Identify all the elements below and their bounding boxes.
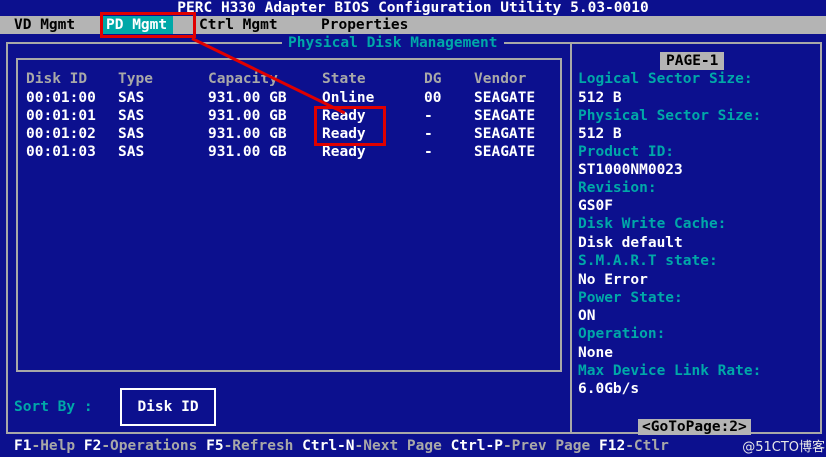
smart-state-label: S.M.A.R.T state:	[578, 253, 718, 269]
disk-id: 00:01:00	[26, 90, 96, 106]
watermark: @51CTO博客	[742, 440, 825, 455]
help-desc-ctrl-n: -Next Page	[354, 438, 451, 454]
help-key-f12[interactable]: F12	[599, 438, 625, 454]
power-state-label: Power State:	[578, 290, 683, 306]
page-indicator: PAGE-1	[660, 52, 725, 70]
sort-by-button[interactable]: Disk ID	[120, 388, 216, 426]
product-id-value: ST1000NM0023	[578, 162, 683, 178]
help-desc-f2: -Operations	[101, 438, 207, 454]
help-desc-ctrl-p: -Prev Page	[502, 438, 599, 454]
operation-value: None	[578, 345, 613, 361]
physical-sector-size-value: 512 B	[578, 126, 622, 142]
image-border	[826, 0, 831, 460]
logical-sector-size-value: 512 B	[578, 90, 622, 106]
disk-vendor: SEAGATE	[474, 144, 536, 160]
help-key-ctrl-p[interactable]: Ctrl-P	[451, 438, 503, 454]
disk-id: 00:01:02	[26, 126, 96, 142]
disk-vendor: SEAGATE	[474, 90, 536, 106]
help-key-ctrl-n[interactable]: Ctrl-N	[302, 438, 354, 454]
disk-capacity: 931.00 GB	[208, 126, 287, 142]
col-header-vendor: Vendor	[474, 71, 527, 87]
revision-label: Revision:	[578, 180, 657, 196]
col-header-state: State	[322, 71, 366, 87]
help-key-f1[interactable]: F1	[14, 438, 31, 454]
disk-dg: -	[424, 144, 433, 160]
menu-ctrl-mgmt[interactable]: Ctrl Mgmt	[193, 16, 284, 34]
help-desc-f1: -Help	[31, 438, 84, 454]
operation-label: Operation:	[578, 326, 666, 342]
product-id-label: Product ID:	[578, 144, 675, 160]
disk-type: SAS	[118, 144, 145, 160]
smart-state-value: No Error	[578, 272, 648, 288]
revision-value: GS0F	[578, 198, 613, 214]
col-header-disk-id: Disk ID	[26, 71, 88, 87]
disk-id: 00:01:01	[26, 108, 96, 124]
disk-dg: 00	[424, 90, 442, 106]
sort-by-label: Sort By :	[14, 399, 93, 415]
help-key-f5[interactable]: F5	[206, 438, 223, 454]
max-link-rate-label: Max Device Link Rate:	[578, 363, 762, 379]
help-bar: F1-Help F2-Operations F5-Refresh Ctrl-N-…	[0, 436, 826, 456]
disk-write-cache-value: Disk default	[578, 235, 683, 251]
disk-capacity: 931.00 GB	[208, 144, 287, 160]
bios-screen: PERC H330 Adapter BIOS Configuration Uti…	[0, 0, 826, 457]
disk-dg: -	[424, 126, 433, 142]
disk-capacity: 931.00 GB	[208, 108, 287, 124]
annotation-box-pd-mgmt	[100, 12, 196, 38]
logical-sector-size-label: Logical Sector Size:	[578, 71, 753, 87]
col-header-dg: DG	[424, 71, 442, 87]
disk-dg: -	[424, 108, 433, 124]
disk-vendor: SEAGATE	[474, 108, 536, 124]
disk-type: SAS	[118, 108, 145, 124]
disk-type: SAS	[118, 126, 145, 142]
annotation-box-ready-state	[314, 106, 386, 146]
disk-write-cache-label: Disk Write Cache:	[578, 216, 727, 232]
col-header-type: Type	[118, 71, 153, 87]
max-link-rate-value: 6.0Gb/s	[578, 381, 640, 397]
help-desc-f5: -Refresh	[223, 438, 303, 454]
menu-properties[interactable]: Properties	[315, 16, 414, 34]
help-desc-f12: -Ctlr	[625, 438, 669, 454]
goto-page-button[interactable]: <GoToPage:2>	[638, 419, 751, 435]
physical-sector-size-label: Physical Sector Size:	[578, 108, 762, 124]
disk-capacity: 931.00 GB	[208, 90, 287, 106]
disk-id: 00:01:03	[26, 144, 96, 160]
help-key-f2[interactable]: F2	[84, 438, 101, 454]
disk-type: SAS	[118, 90, 145, 106]
disk-vendor: SEAGATE	[474, 126, 536, 142]
section-title: Physical Disk Management	[282, 35, 504, 51]
menu-vd-mgmt[interactable]: VD Mgmt	[8, 16, 81, 34]
power-state-value: ON	[578, 308, 596, 324]
